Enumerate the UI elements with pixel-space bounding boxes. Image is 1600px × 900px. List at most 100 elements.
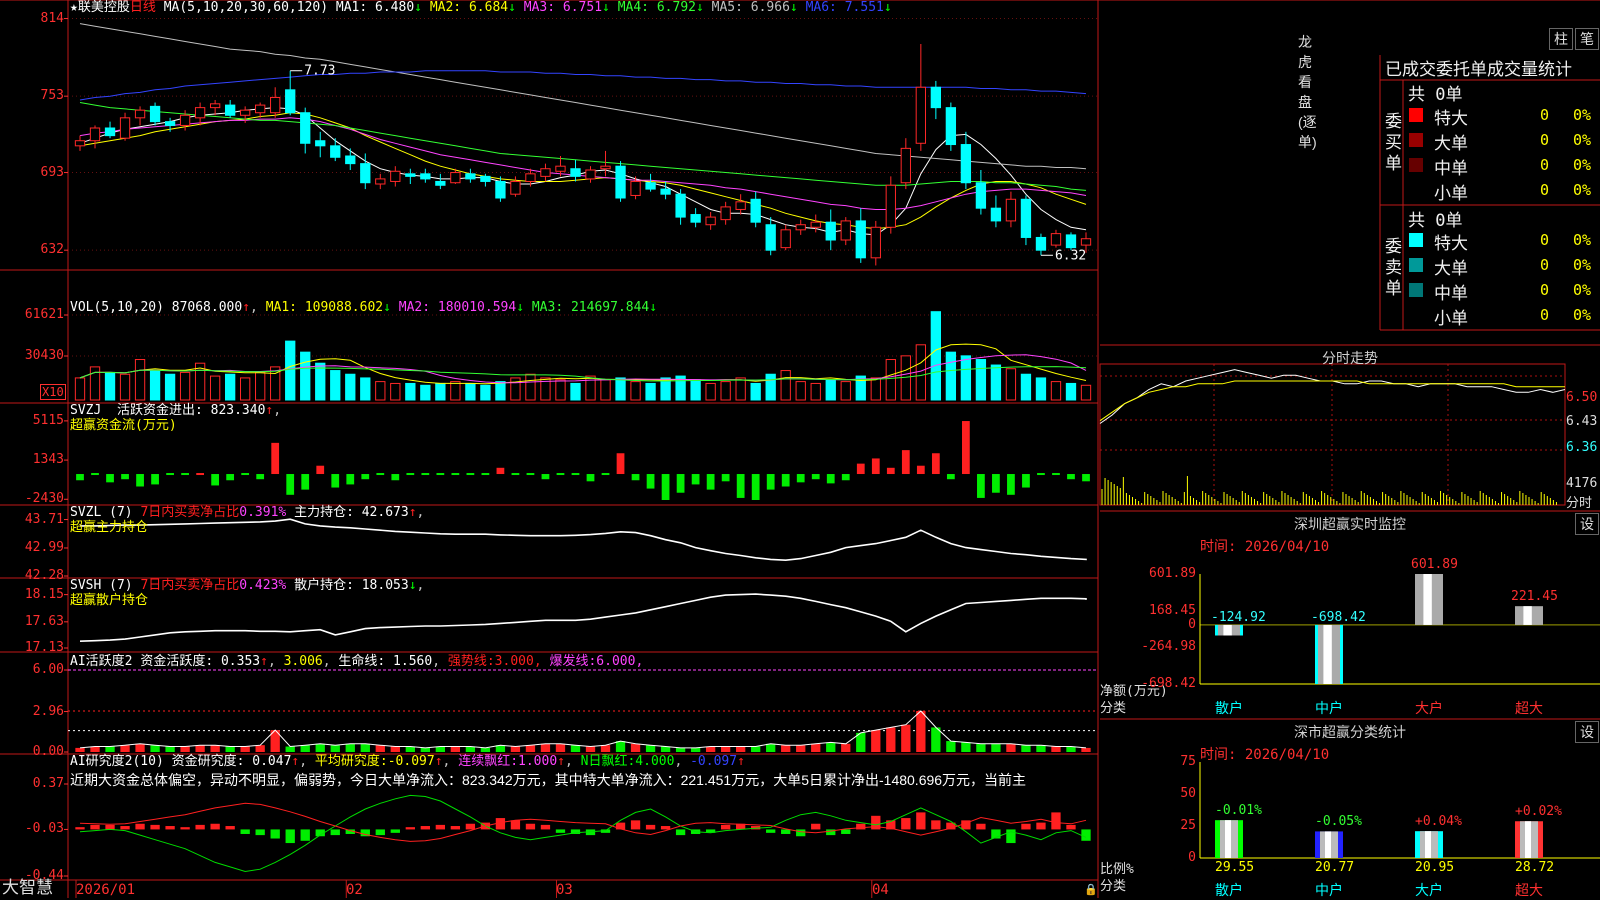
szm-y-tick: 601.89 xyxy=(1149,566,1196,581)
y-tick-label: 0.37 xyxy=(32,776,64,791)
legend-item: 6.792 xyxy=(656,0,696,15)
order-color-swatch xyxy=(1409,158,1423,172)
star-icon[interactable]: ★ xyxy=(70,0,78,15)
candle-body xyxy=(435,180,446,186)
order-count: 0 xyxy=(1540,306,1550,324)
research-bar xyxy=(796,829,806,837)
volume-bar xyxy=(224,373,236,401)
n2-dir: ↑ xyxy=(737,754,745,769)
volume-bar xyxy=(600,379,611,401)
fund-flow-bar xyxy=(766,474,775,490)
sz-class-time: 时间: 2026/04/10 xyxy=(1200,747,1330,763)
tab-filled-orders[interactable]: 已成交委托单 xyxy=(1385,55,1487,80)
activity-bar xyxy=(240,746,250,752)
period-label[interactable]: 日线 xyxy=(130,0,156,15)
avg-label: 平均研究度: xyxy=(314,754,388,769)
candle-body xyxy=(330,145,341,158)
szc-bar xyxy=(1515,821,1543,858)
sz-class-settings-button[interactable]: 设 xyxy=(1575,721,1599,743)
szm-bar xyxy=(1415,574,1443,625)
activity-bar xyxy=(165,746,175,752)
volume-bar xyxy=(285,340,296,401)
activity-bar xyxy=(871,730,881,752)
life-value: 1.560 xyxy=(393,654,433,669)
activity-bar xyxy=(1066,746,1076,752)
volume-bar xyxy=(345,373,356,401)
sz-monitor-settings-button[interactable]: 设 xyxy=(1575,513,1599,535)
activity-bar xyxy=(660,746,671,752)
research-bar xyxy=(165,826,175,830)
activity-bar xyxy=(961,742,971,752)
fund-flow-bar xyxy=(541,474,550,480)
szc-y-tick: 0 xyxy=(1188,850,1196,865)
retail-position-line xyxy=(79,593,1087,642)
legend-label: MA3: xyxy=(524,300,571,315)
activity-bar xyxy=(1006,743,1016,752)
activity-bar xyxy=(450,746,461,752)
burst-label: 爆发线: xyxy=(549,654,597,669)
volume-bar xyxy=(885,359,896,401)
research-bar xyxy=(510,820,521,830)
intraday-y-label: 6.36 xyxy=(1566,440,1598,455)
candle-body xyxy=(74,140,86,147)
activity-bar xyxy=(390,746,400,752)
vol-header: VOL(5,10,20) 87068.000↑, MA1: 109088.602… xyxy=(70,300,658,315)
activity-bar xyxy=(826,742,836,752)
candle-body xyxy=(825,221,836,241)
volume-bar xyxy=(89,366,101,401)
svzl-value2: 42.673 xyxy=(361,505,409,520)
lock-icon[interactable]: 🔒 xyxy=(1084,882,1098,898)
legend-item: 6.966 xyxy=(750,0,790,15)
low-label: 6.32 xyxy=(1055,248,1086,263)
research-bar xyxy=(630,820,641,830)
ma-line-ma3 xyxy=(79,117,1087,210)
szm-bar-shine xyxy=(1223,624,1232,636)
szm-y-tick: -264.98 xyxy=(1141,639,1196,654)
research-bar xyxy=(375,829,385,836)
order-color-swatch xyxy=(1409,258,1423,272)
ai-active-dir: ↑ xyxy=(260,654,268,669)
legend-label: MA3: xyxy=(515,0,563,15)
candle-body xyxy=(315,140,326,147)
activity-bar xyxy=(525,745,536,752)
ai-active-v2: 3.006 xyxy=(283,654,323,669)
bar-mode-button[interactable]: 柱 xyxy=(1549,28,1573,50)
research-bar xyxy=(450,826,461,830)
svzl-header: SVZL (7) 7日内买卖净占比0.391% 主力持仓: 42.673↑, xyxy=(70,505,425,520)
candle-body xyxy=(735,201,746,210)
fund-flow-bar xyxy=(301,474,310,490)
fund-flow-bar xyxy=(286,474,295,495)
activity-bar xyxy=(150,745,160,752)
research-line-green xyxy=(79,794,1087,873)
fund-flow-bar xyxy=(511,473,520,476)
fund-flow-bar xyxy=(706,474,715,490)
research-bar xyxy=(105,824,115,830)
szc-value-label: 20.77 xyxy=(1315,860,1355,875)
fund-flow-bar xyxy=(241,473,250,476)
fund-flow-bar xyxy=(91,473,99,476)
legend-label: MA1: xyxy=(265,300,305,315)
tab-volume-stats[interactable]: 成交量统计 xyxy=(1487,55,1572,80)
candle-body xyxy=(480,175,491,182)
volume-bar xyxy=(300,351,311,401)
fund-flow-bar xyxy=(856,463,865,475)
legend-item: 6.751 xyxy=(562,0,603,15)
order-percent: 0% xyxy=(1573,131,1592,149)
volume-bar xyxy=(104,371,116,401)
activity-bar xyxy=(435,746,446,752)
candle-body xyxy=(240,109,251,116)
research-bar xyxy=(901,818,911,830)
research-bar xyxy=(465,823,476,830)
fund-flow-bar xyxy=(962,421,970,475)
candle-body xyxy=(675,193,686,218)
ma-legend: MA1: 6.480↓ MA2: 6.684↓ MA3: 6.751↓ MA4:… xyxy=(336,0,892,15)
szc-bar-shine xyxy=(1525,821,1531,858)
volume-bar xyxy=(149,370,161,401)
tick-mode-button[interactable]: 笔 xyxy=(1575,28,1599,50)
lian-dir: ↑ xyxy=(557,754,565,769)
candle-body xyxy=(1050,233,1062,246)
candle-body xyxy=(270,96,281,114)
candle-body xyxy=(750,198,761,223)
activity-bar xyxy=(976,743,986,752)
candle-body xyxy=(555,165,566,172)
